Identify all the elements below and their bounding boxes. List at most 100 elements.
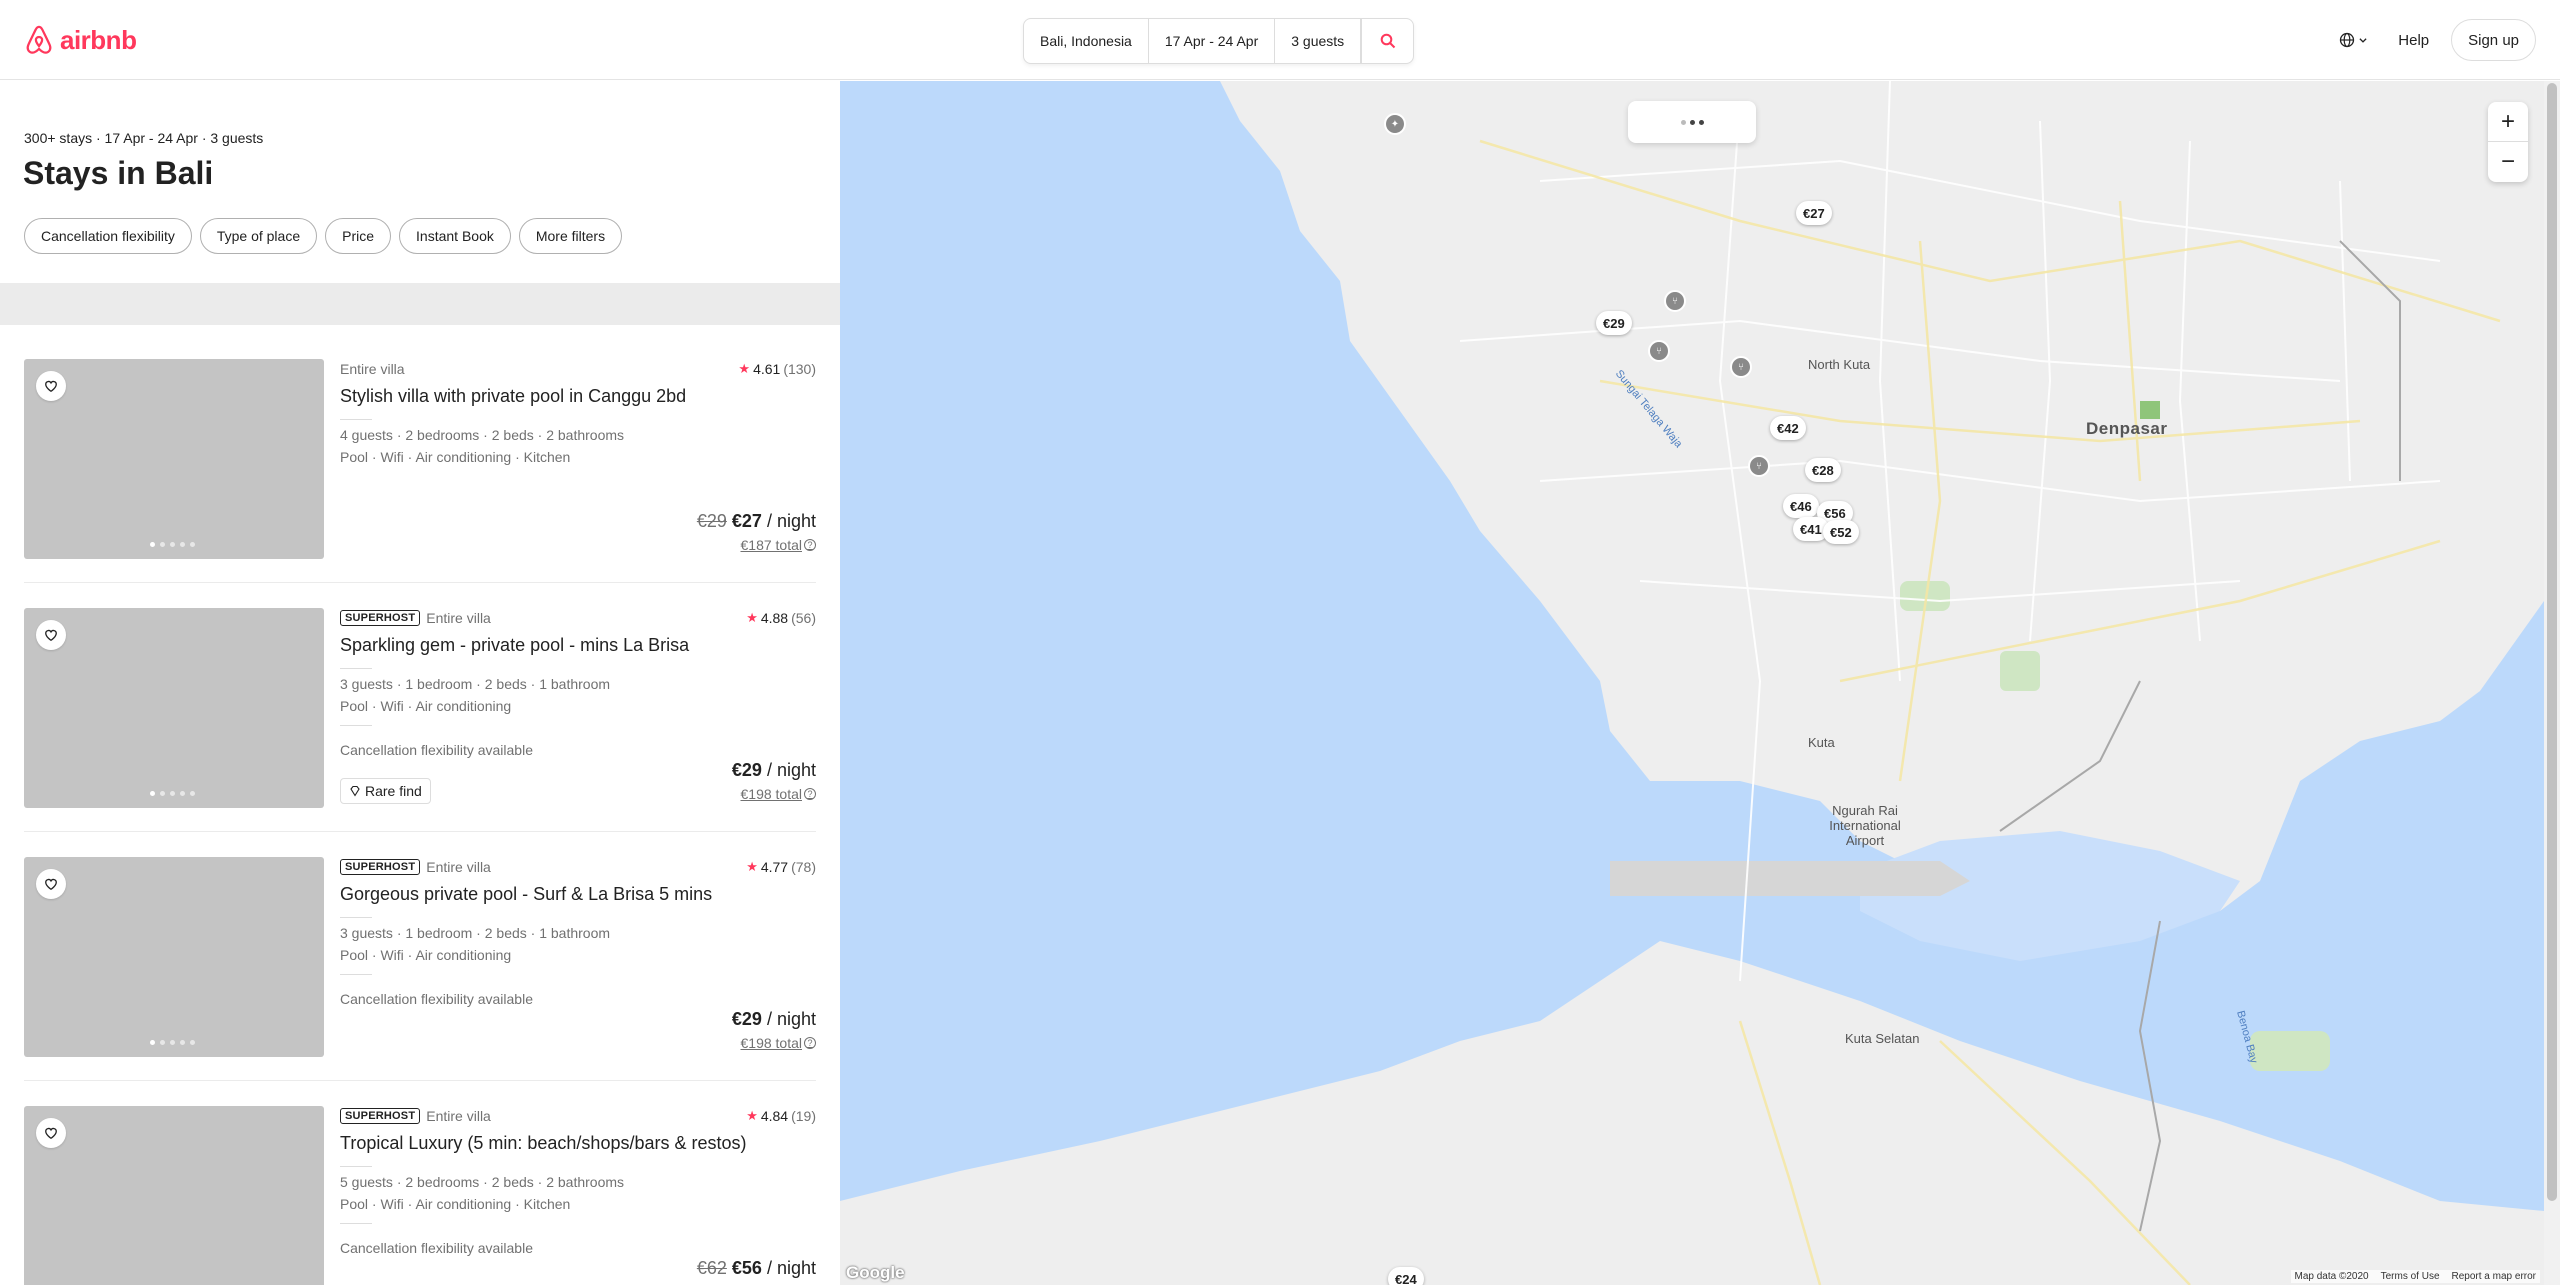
help-icon[interactable]: ? <box>804 539 816 551</box>
divider <box>340 917 372 918</box>
divider <box>340 1166 372 1167</box>
price-pin[interactable]: €28 <box>1805 458 1841 482</box>
map-view[interactable]: + − ✦ ⑂ ⑂ ⑂ ⑂ €27 €29 €42 €28 €46 €56 €4… <box>840 81 2544 1285</box>
listing-type-row: Entire villa <box>340 361 405 377</box>
location-field[interactable]: Bali, Indonesia <box>1024 19 1149 63</box>
map-land <box>840 81 2544 1285</box>
filter-bar: Cancellation flexibility Type of place P… <box>24 218 623 254</box>
listing-photo[interactable] <box>24 608 324 808</box>
photo-carousel-dots[interactable] <box>150 791 195 796</box>
guests-field[interactable]: 3 guests <box>1275 19 1362 63</box>
review-count: (130) <box>783 361 816 377</box>
filter-instant-book[interactable]: Instant Book <box>399 218 511 254</box>
page-title: Stays in Bali <box>23 155 214 191</box>
report-error-link[interactable]: Report a map error <box>2452 1271 2536 1282</box>
save-heart-button[interactable] <box>36 869 66 899</box>
listing-photo[interactable] <box>24 857 324 1057</box>
listing-amenities: Pool · Wifi · Air conditioning <box>340 698 512 714</box>
listing-card[interactable]: Entire villa ★ 4.61 (130) Stylish villa wi… <box>24 359 816 559</box>
heart-icon <box>45 1127 57 1140</box>
help-link[interactable]: Help <box>2390 32 2437 49</box>
price-pin[interactable]: €46 <box>1783 494 1819 518</box>
search-icon <box>1380 33 1395 49</box>
map-label-kuta: Kuta <box>1808 735 1835 750</box>
listing-title[interactable]: Sparkling gem - private pool - mins La B… <box>340 635 689 656</box>
divider <box>24 582 816 583</box>
cancellation-note: Cancellation flexibility available <box>340 742 533 758</box>
save-heart-button[interactable] <box>36 1118 66 1148</box>
listing-title[interactable]: Stylish villa with private pool in Cangg… <box>340 386 686 407</box>
map-data-credit: Map data ©2020 <box>2294 1271 2369 1282</box>
save-heart-button[interactable] <box>36 620 66 650</box>
listing-specs: 5 guests · 2 bedrooms · 2 beds · 2 bathr… <box>340 1174 625 1190</box>
listing-photo[interactable] <box>24 359 324 559</box>
listing-title[interactable]: Tropical Luxury (5 min: beach/shops/bars… <box>340 1133 747 1154</box>
map-footer: Map data ©2020 Terms of Use Report a map… <box>2290 1270 2540 1283</box>
photo-carousel-dots[interactable] <box>150 1040 195 1045</box>
filter-price[interactable]: Price <box>325 218 392 254</box>
total-price[interactable]: €198 total? <box>740 1035 816 1051</box>
total-price-value: €198 total <box>740 1035 803 1051</box>
results-summary: 300+ stays · 17 Apr - 24 Apr · 3 guests <box>24 130 264 146</box>
listing-specs: 3 guests · 1 bedroom · 2 beds · 1 bathro… <box>340 925 611 941</box>
heart-icon <box>45 629 57 642</box>
listing-type: Entire villa <box>426 610 491 626</box>
search-button[interactable] <box>1361 19 1413 63</box>
photo-carousel-dots[interactable] <box>150 542 195 547</box>
price-pin[interactable]: €42 <box>1770 416 1806 440</box>
language-selector[interactable] <box>2331 19 2376 61</box>
header-actions: Help Sign up <box>2331 19 2536 61</box>
total-price[interactable]: €187 total? <box>740 537 816 553</box>
per-night: / night <box>761 760 816 780</box>
listing-rating: ★ 4.84 (19) <box>746 1108 816 1124</box>
listing-card[interactable]: SUPERHOST Entire villa ★ 4.88 (56) Sparkli… <box>24 608 816 808</box>
listing-card[interactable]: SUPERHOST Entire villa ★ 4.84 (19) Tropica… <box>24 1106 816 1285</box>
superhost-badge: SUPERHOST <box>340 610 421 626</box>
price-pin[interactable]: €24 <box>1388 1267 1424 1285</box>
listing-card[interactable]: SUPERHOST Entire villa ★ 4.77 (78) Gorgeou… <box>24 857 816 1057</box>
heart-icon <box>45 878 57 891</box>
map-loading-indicator <box>1628 101 1756 143</box>
listing-info: SUPERHOST Entire villa ★ 4.84 (19) Tropica… <box>340 1106 816 1285</box>
save-heart-button[interactable] <box>36 371 66 401</box>
price-pin[interactable]: €52 <box>1823 520 1859 544</box>
poi-marker-icon[interactable]: ✦ <box>1384 113 1406 135</box>
divider <box>340 668 372 669</box>
scrollbar-thumb[interactable] <box>2547 83 2557 1201</box>
cancellation-note: Cancellation flexibility available <box>340 991 533 1007</box>
listing-rating: ★ 4.61 (130) <box>738 361 816 377</box>
zoom-out-button[interactable]: − <box>2488 142 2528 182</box>
restaurant-marker-icon[interactable]: ⑂ <box>1748 455 1770 477</box>
filter-more-filters[interactable]: More filters <box>518 218 623 254</box>
price-pin[interactable]: €29 <box>1596 311 1632 335</box>
help-icon[interactable]: ? <box>804 788 816 800</box>
divider <box>340 1223 372 1224</box>
total-price[interactable]: €198 total? <box>741 786 816 802</box>
star-icon: ★ <box>738 361 751 376</box>
signup-button[interactable]: Sign up <box>2451 19 2536 61</box>
globe-icon <box>2340 32 2355 48</box>
filter-cancellation-flexibility[interactable]: Cancellation flexibility <box>24 218 192 254</box>
map-label-north-kuta: North Kuta <box>1808 357 1871 372</box>
restaurant-marker-icon[interactable]: ⑂ <box>1730 356 1752 378</box>
restaurant-marker-icon[interactable]: ⑂ <box>1648 340 1670 362</box>
per-night: / night <box>761 1258 816 1278</box>
rating-value: 4.61 <box>753 361 781 377</box>
listing-photo[interactable] <box>24 1106 324 1285</box>
help-icon[interactable]: ? <box>804 1037 816 1049</box>
page-scrollbar[interactable] <box>2544 81 2560 1285</box>
restaurant-marker-icon[interactable]: ⑂ <box>1664 290 1686 312</box>
dates-field[interactable]: 17 Apr - 24 Apr <box>1149 19 1276 63</box>
price-pin[interactable]: €27 <box>1796 201 1832 225</box>
zoom-in-button[interactable]: + <box>2488 102 2528 142</box>
airbnb-logo[interactable]: airbnb <box>24 24 137 56</box>
divider <box>24 831 816 832</box>
search-bar[interactable]: Bali, Indonesia 17 Apr - 24 Apr 3 guests <box>1023 18 1415 64</box>
listing-title[interactable]: Gorgeous private pool - Surf & La Brisa … <box>340 884 712 905</box>
terms-link[interactable]: Terms of Use <box>2381 1271 2440 1282</box>
filter-type-of-place[interactable]: Type of place <box>199 218 318 254</box>
per-night: / night <box>761 1009 816 1029</box>
divider <box>340 419 372 420</box>
listing-type-row: SUPERHOST Entire villa <box>340 1108 491 1124</box>
total-price-value: €187 total <box>740 537 803 553</box>
